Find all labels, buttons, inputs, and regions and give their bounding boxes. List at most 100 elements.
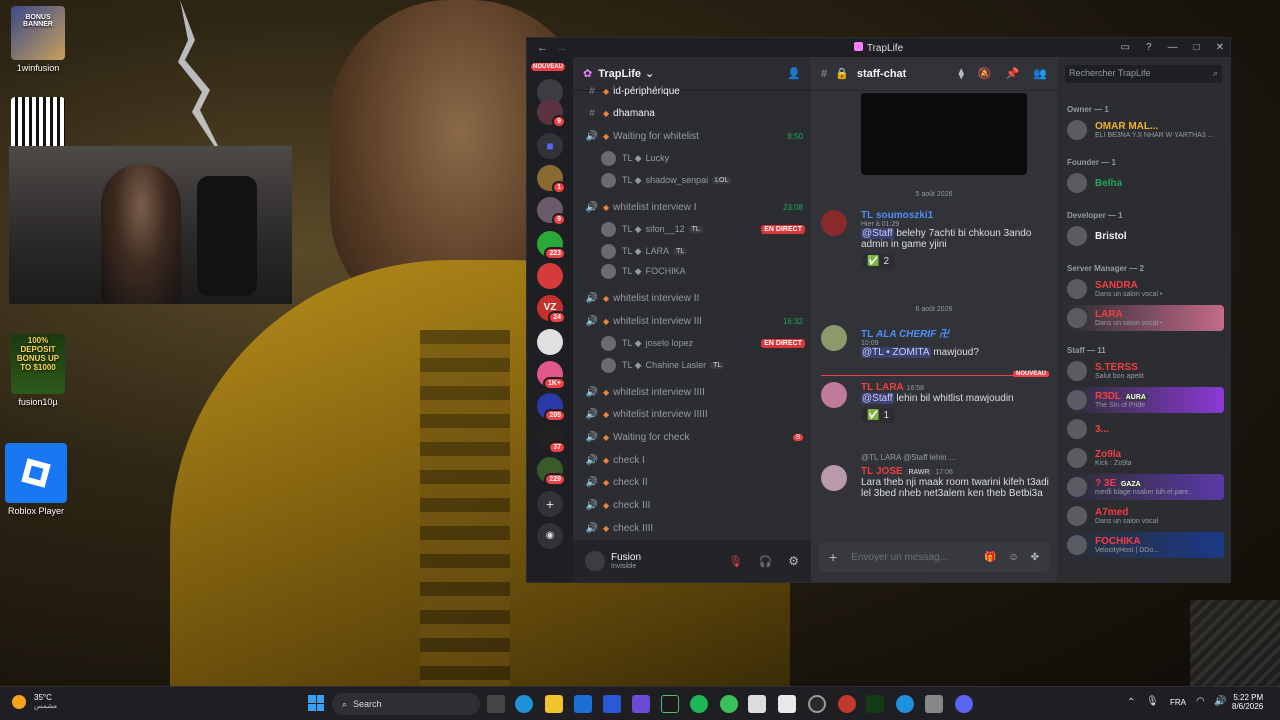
outlook-icon[interactable] [574, 695, 592, 713]
volume-icon[interactable]: 🔊 [1214, 696, 1226, 707]
emoji-icon[interactable]: ☺ [1008, 552, 1018, 563]
server-icon[interactable]: 223 [537, 231, 566, 260]
voice-user[interactable]: TL ◆ Lucky [601, 148, 811, 168]
task-view-icon[interactable] [487, 695, 505, 713]
voice-user[interactable]: TL ◆ shadow_senpai LOL [601, 170, 811, 190]
member-item[interactable]: LARA Dans un salon vocal • [1067, 305, 1224, 331]
desktop-icon-1winfusion[interactable]: BONUS BANNER 1winfusion [5, 6, 71, 73]
channel-item[interactable]: 🔊 ◆ check II [573, 472, 811, 492]
message-author[interactable]: LARA [876, 382, 904, 393]
store-icon[interactable] [603, 695, 621, 713]
member-item[interactable]: OMAR MAL... ELI BE3NA YJI NHAR W YARTHA3 … [1067, 117, 1224, 143]
channel-item[interactable]: 🔊 ◆ whitelist interview III 16:32 [573, 311, 811, 331]
taskbar-search[interactable]: ⌕ Search [332, 693, 480, 715]
member-item[interactable]: Belha [1067, 170, 1224, 196]
minimize-icon[interactable]: — [1168, 42, 1178, 53]
avatar[interactable] [821, 325, 847, 351]
help-icon[interactable]: ? [1146, 42, 1152, 53]
channel-item[interactable]: # ◆ dhamana [573, 103, 811, 123]
voice-user[interactable]: TL ◆ joselo lopez EN DIRECT [601, 333, 811, 353]
channel-item[interactable]: 🔊 ◆ Waiting for whitelist 8:50 [573, 126, 811, 146]
voice-user[interactable]: TL ◆ LARA TL [601, 241, 811, 261]
server-icon[interactable]: 229 [537, 457, 566, 486]
channel-item[interactable]: 🔊 ◆ check I [573, 450, 811, 470]
reaction[interactable]: ✅ 2 [861, 254, 896, 269]
mention[interactable]: @TL • ZOMITA [861, 347, 931, 358]
server-icon[interactable]: 9 [537, 99, 566, 128]
channel-item[interactable]: 🔊 ◆ whitelist interview II [573, 288, 811, 308]
member-item[interactable]: R3DL AURA The Sin of Pride [1067, 387, 1224, 413]
member-item[interactable]: FOCHIKA VelocityHost | DDo... [1067, 532, 1224, 558]
windows-start-icon[interactable] [308, 695, 324, 711]
server-icon[interactable]: 205 [537, 393, 566, 422]
clock[interactable]: 5:22 PM 8/6/2026 [1232, 693, 1263, 711]
server-icon[interactable]: 1 [537, 165, 566, 194]
desktop-icon-fusion10[interactable]: 100% DEPOSIT BONUS UP TO $1000 fusion10µ [5, 334, 71, 407]
member-item[interactable]: 3... [1067, 416, 1224, 442]
pin-icon[interactable]: 📌 [1006, 67, 1020, 80]
server-icon[interactable]: 1K+ [537, 361, 566, 390]
member-item[interactable]: Zo9la Kick : Zo9la [1067, 445, 1224, 471]
close-icon[interactable]: ✕ [1216, 42, 1224, 53]
chrome-icon[interactable] [720, 695, 738, 713]
member-list-icon[interactable]: 👥 [1033, 67, 1047, 80]
file-explorer-icon[interactable] [545, 695, 563, 713]
member-item[interactable]: S.TERSS Salut bon apetit [1067, 358, 1224, 384]
channel-item[interactable]: 🔊 ◆ check IIII [573, 518, 811, 538]
avatar[interactable] [821, 382, 847, 408]
discover-icon[interactable]: ◉ [537, 523, 563, 549]
telegram-icon[interactable] [896, 695, 914, 713]
voice-user[interactable]: TL ◆ Chahine Lasler TL [601, 355, 811, 375]
discord-icon[interactable] [955, 695, 973, 713]
channel-item[interactable]: 🔊 ◆ whitelist interview IIIII [573, 404, 811, 424]
server-icon[interactable] [537, 329, 563, 355]
reaction[interactable]: ✅ 1 [861, 408, 896, 423]
teams-icon[interactable] [632, 695, 650, 713]
mute-mic-icon[interactable]: 🎙 [729, 555, 743, 568]
app-icon[interactable] [866, 695, 884, 713]
avatar[interactable] [585, 551, 605, 571]
avatar[interactable] [821, 465, 847, 491]
member-item[interactable]: ? 3E GAZA medli blage nsaker bih el pare.… [1067, 474, 1224, 500]
mention[interactable]: @Staff [861, 228, 894, 239]
wifi-icon[interactable]: ◠ [1196, 696, 1205, 707]
voice-user[interactable]: TL ◆ sifon__12 TL EN DIRECT [601, 219, 811, 239]
settings-gear-icon[interactable] [925, 695, 943, 713]
channel-item[interactable]: 🔊 ◆ Waiting for check 8 [573, 427, 811, 447]
spotify-icon[interactable] [690, 695, 708, 713]
avatar[interactable] [821, 210, 847, 236]
app-icon[interactable] [838, 695, 856, 713]
desktop-icon-roblox[interactable]: Roblox Player [3, 443, 69, 516]
channel-item[interactable]: # ◆ id-périphérique [573, 81, 811, 101]
channel-item[interactable]: 🔊 ◆ whitelist interview I 23:08 [573, 197, 811, 217]
weather-widget[interactable]: 35°C مشمس [12, 693, 57, 710]
message-author[interactable]: JOSE [876, 466, 903, 477]
folder-icon[interactable]: ■ [537, 133, 563, 159]
maximize-icon[interactable]: □ [1194, 42, 1200, 53]
gift-icon[interactable]: 🎁 [984, 552, 996, 563]
mic-icon[interactable]: 🎙 [1146, 696, 1159, 707]
composer-placeholder[interactable]: Envoyer un messag... [851, 552, 948, 563]
app-icon[interactable] [808, 695, 826, 713]
server-icon[interactable]: VZ 24 [537, 295, 566, 324]
member-item[interactable]: Bristol [1067, 223, 1224, 249]
add-server-icon[interactable]: + [537, 491, 563, 517]
member-item[interactable]: A7med Dans un salon vocal [1067, 503, 1224, 529]
app-icon[interactable] [778, 695, 796, 713]
message-composer[interactable]: + Envoyer un messag... 🎁 ☺ ✤ [819, 542, 1049, 572]
language-indicator[interactable]: FRA [1170, 698, 1186, 707]
embedded-image[interactable] [861, 93, 1027, 175]
calculator-icon[interactable] [748, 695, 766, 713]
mention[interactable]: @Staff [861, 393, 894, 404]
deafen-icon[interactable]: 🎧 [759, 555, 773, 568]
reply-preview[interactable]: @TL LARA @Staff lehin ... [861, 453, 956, 462]
apps-icon[interactable]: ✤ [1031, 552, 1039, 563]
edge-icon[interactable] [515, 695, 533, 713]
settings-gear-icon[interactable]: ⚙ [788, 554, 799, 568]
inbox-icon[interactable]: ▭ [1121, 42, 1130, 53]
voice-user[interactable]: TL ◆ FOCHIKA [601, 261, 811, 281]
attach-plus-icon[interactable]: + [829, 549, 837, 565]
threads-icon[interactable]: ⧫ [958, 67, 963, 80]
channel-item[interactable]: 🔊 ◆ whitelist interview IIII [573, 382, 811, 402]
chevron-up-icon[interactable]: ⌃ [1127, 697, 1135, 708]
